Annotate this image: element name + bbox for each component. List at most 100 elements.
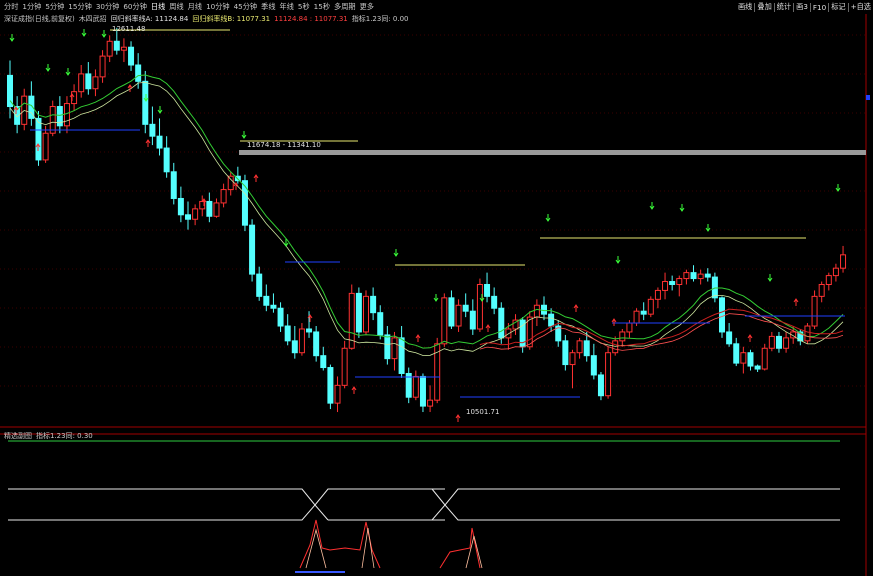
candle-body (270, 304, 277, 309)
candle-body (569, 352, 576, 366)
candle-body (149, 123, 156, 137)
toolbar-button-5[interactable]: 标记 (831, 2, 845, 12)
candle-body (92, 76, 99, 90)
toolbar-separator (847, 2, 849, 12)
timeframe-tab-4[interactable]: 30分钟 (96, 2, 120, 12)
line-a-label: 回归斜率线A: 11124.84 (110, 14, 189, 23)
candle-body (541, 304, 547, 315)
toolbar-separator (793, 2, 795, 12)
sub-chart-title[interactable]: 精选副图 (4, 431, 32, 441)
candle-body (498, 307, 505, 339)
candle-body (120, 46, 127, 51)
candle-body (626, 322, 633, 333)
toolbar-separator (828, 2, 830, 12)
toolbar-separator (809, 2, 811, 12)
candle-body (142, 80, 149, 125)
chart-canvas[interactable]: 12611.48 11674.18 - 11341.10 10501.71 (0, 0, 873, 576)
timeframe-tab-5[interactable]: 60分钟 (123, 2, 147, 12)
timeframe-tab-12[interactable]: 年线 (280, 2, 294, 12)
timeframe-tab-0[interactable]: 分时 (4, 2, 18, 12)
timeframe-tab-15[interactable]: 多周期 (334, 2, 356, 12)
toolbar-button-6[interactable]: +自选 (851, 2, 871, 12)
candle-body (775, 335, 782, 349)
candle-body (156, 135, 163, 149)
toolbar-button-1[interactable]: 叠加 (757, 2, 771, 12)
candle-body (590, 355, 597, 376)
candle-body (419, 375, 426, 407)
candle-body (562, 340, 569, 366)
timeframe-tab-11[interactable]: 季线 (261, 2, 275, 12)
timeframe-tabs: 分时 1分钟 5分钟 15分钟 30分钟 60分钟 日线 周线 月线 10分钟 45分钟 季线 年线 5秒… (0, 2, 374, 12)
toolbar-separator (754, 2, 756, 12)
timeframe-tab-6[interactable]: 日线 (151, 2, 165, 12)
candle-body (113, 40, 120, 51)
candle-body (647, 298, 654, 315)
candle-body (662, 281, 669, 291)
candle-body (263, 295, 270, 306)
candle-body (170, 171, 177, 199)
candle-body (533, 304, 540, 318)
candle-body (825, 275, 832, 285)
toolbar-button-4[interactable]: F10 (813, 3, 826, 12)
candle-body (783, 337, 790, 349)
candle-body (128, 46, 135, 66)
timeframe-tab-7[interactable]: 周线 (169, 2, 183, 12)
gray-band (239, 150, 866, 155)
timeframe-tab-14[interactable]: 15秒 (314, 2, 330, 12)
high-price-label: 12611.48 (112, 25, 145, 33)
candle-body (633, 310, 640, 324)
mid-price-label: 11674.18 - 11341.10 (247, 141, 321, 149)
timeframe-tab-13[interactable]: 5秒 (298, 2, 310, 12)
toolbar-button-0[interactable]: 画线 (738, 2, 752, 12)
candle-body (227, 175, 234, 191)
candle-body (42, 132, 49, 161)
scroll-marker[interactable] (866, 95, 870, 100)
toolbar-button-2[interactable]: 统计 (777, 2, 791, 12)
timeframe-tab-2[interactable]: 5分钟 (45, 2, 64, 12)
candle-body (327, 367, 334, 404)
grid-lines (0, 14, 870, 576)
timeframe-tab-8[interactable]: 月线 (188, 2, 202, 12)
candle-body (277, 307, 284, 327)
line-b-label: 回归斜率线B: 11077.31 (192, 14, 271, 23)
line-values: 11124.84 : 11077.31 (274, 14, 348, 23)
candle-body (412, 375, 419, 398)
signal-arrows (9, 29, 841, 422)
candle-body (163, 147, 170, 173)
candle-body (220, 189, 227, 204)
timeframe-tab-1[interactable]: 1分钟 (22, 2, 41, 12)
candle-body (256, 273, 263, 297)
candle-body (605, 352, 612, 397)
candle-body (597, 374, 604, 397)
timeframe-tab-16[interactable]: 更多 (360, 2, 374, 12)
candle-body (427, 399, 434, 407)
timeframe-tab-10[interactable]: 45分钟 (234, 2, 258, 12)
candle-body (213, 202, 220, 217)
candle-body (320, 355, 327, 369)
candle-body (640, 310, 647, 315)
candle-body (733, 343, 740, 364)
indicator-name[interactable]: 木四武招 (79, 14, 107, 24)
candle-body (840, 254, 847, 269)
chart-title: 深证成指(日线,前复权) (4, 14, 75, 23)
indicator-tail: 指标1.23同: 0.00 (351, 14, 409, 23)
main-chart-info: 深证成指(日线,前复权) 木四武招 回归斜率线A: 11124.84 回归斜率线… (0, 13, 409, 24)
candle-body (726, 331, 733, 345)
candle-body (484, 283, 491, 297)
candlestick-series (7, 27, 847, 413)
candle-body (690, 272, 697, 280)
candle-body (291, 340, 298, 354)
candle-body (669, 281, 676, 285)
candle-body (63, 103, 70, 127)
timeframe-tab-9[interactable]: 10分钟 (206, 2, 230, 12)
candle-body (377, 312, 384, 336)
candle-body (341, 347, 348, 386)
timeframe-tab-3[interactable]: 15分钟 (68, 2, 92, 12)
toolbar-button-3[interactable]: 画3 (796, 2, 808, 12)
candle-body (747, 352, 754, 367)
candle-body (697, 273, 704, 280)
sub-chart-tail: 指标1.23同: 0.30 (36, 432, 93, 440)
green-regression-line (9, 74, 844, 349)
candle-body (391, 337, 398, 360)
timeframe-toolbar: 分时 1分钟 5分钟 15分钟 30分钟 60分钟 日线 周线 月线 10分钟 45分钟 季线 年线 5秒… (0, 0, 873, 14)
